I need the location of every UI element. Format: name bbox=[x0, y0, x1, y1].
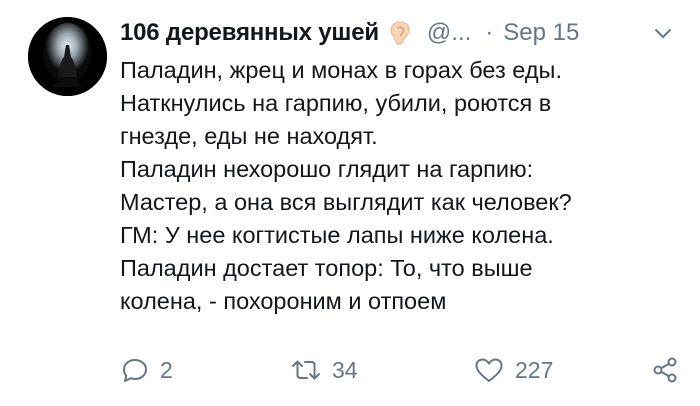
heart-icon bbox=[473, 355, 505, 385]
avatar-image bbox=[28, 17, 107, 96]
retweet-icon bbox=[290, 355, 322, 385]
tweet-text-line: Мастер, а она вся выглядит как человек? bbox=[120, 189, 572, 215]
tweet: 106 деревянных ушей @... · Sep 15 Палади… bbox=[0, 0, 700, 406]
like-count: 227 bbox=[515, 356, 554, 383]
tweet-text-line: Паладин достает топор: То, что выше bbox=[120, 255, 533, 281]
tweet-date[interactable]: Sep 15 bbox=[503, 19, 579, 47]
tweet-text-line: колена, - похороним и отпоем bbox=[120, 288, 447, 314]
tweet-text-line: Паладин нехорошо глядит на гарпию: bbox=[120, 156, 534, 182]
tweet-actions: 2 34 227 bbox=[120, 352, 692, 388]
ear-icon bbox=[389, 20, 411, 46]
reply-icon bbox=[120, 355, 150, 385]
tweet-text-line: гнезде, еды не находят. bbox=[120, 123, 378, 149]
reply-count: 2 bbox=[160, 356, 173, 383]
like-button[interactable]: 227 bbox=[473, 352, 553, 388]
tweet-text-line: Паладин, жрец и монах в горах без еды. bbox=[120, 57, 562, 83]
chevron-down-icon[interactable] bbox=[652, 22, 674, 44]
retweet-button[interactable]: 34 bbox=[290, 352, 358, 388]
separator-dot: · bbox=[485, 19, 494, 46]
retweet-count: 34 bbox=[332, 356, 358, 383]
handle[interactable]: @... bbox=[427, 19, 471, 47]
avatar[interactable] bbox=[28, 17, 107, 96]
display-name[interactable]: 106 деревянных ушей bbox=[120, 19, 379, 47]
reply-button[interactable]: 2 bbox=[120, 352, 173, 388]
tweet-text-line: ГМ: У нее когтистые лапы ниже колена. bbox=[120, 222, 554, 248]
tweet-text-line: Наткнулись на гарпию, убили, роются в bbox=[120, 90, 552, 116]
share-button[interactable] bbox=[650, 352, 680, 388]
tweet-header: 106 деревянных ушей @... · Sep 15 bbox=[120, 16, 680, 50]
tweet-text: Паладин, жрец и монах в горах без еды. Н… bbox=[120, 54, 680, 318]
share-icon bbox=[650, 355, 680, 385]
